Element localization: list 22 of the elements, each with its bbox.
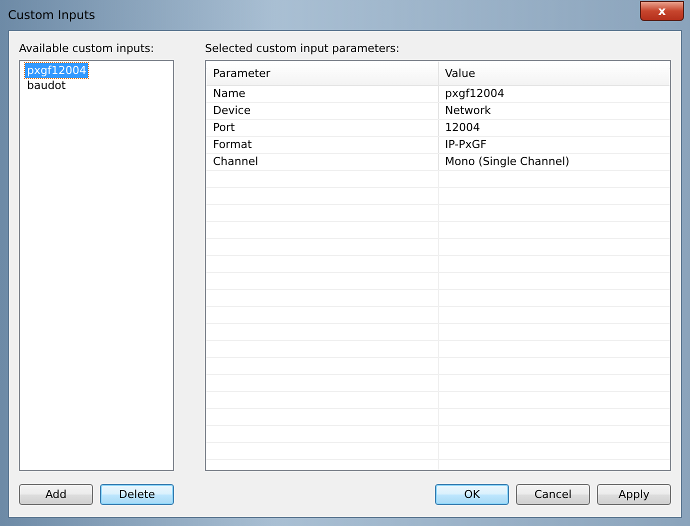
column-header[interactable]: Parameter [207,62,439,85]
table-cell: Channel [207,154,439,170]
table-cell-text: IP-PxGF [444,137,488,153]
table-cell-text: 12004 [444,120,481,136]
close-button[interactable]: x [640,1,684,21]
dialog-button[interactable]: Add [19,484,93,505]
window-title: Custom Inputs [8,7,96,24]
dialog-button[interactable]: OK [435,484,509,505]
table-cell-text: pxgf12004 [444,86,506,102]
dialog-button[interactable]: Apply [597,484,671,505]
table-cell: Port [207,120,439,136]
dialog-button[interactable]: Cancel [516,484,590,505]
list-label: Available custom inputs: [19,42,156,57]
table-cell: Format [207,137,439,153]
dialog-button[interactable]: Delete [100,484,174,505]
table-label: Selected custom input parameters: [205,42,400,57]
table-cell-text: Mono (Single Channel) [444,154,570,170]
list-item[interactable]: baudot [25,78,68,93]
table-cell-text: Network [444,103,492,119]
column-header[interactable]: Value [439,62,669,85]
table-cell: Name [207,86,439,102]
table-cell: Device [207,103,439,119]
